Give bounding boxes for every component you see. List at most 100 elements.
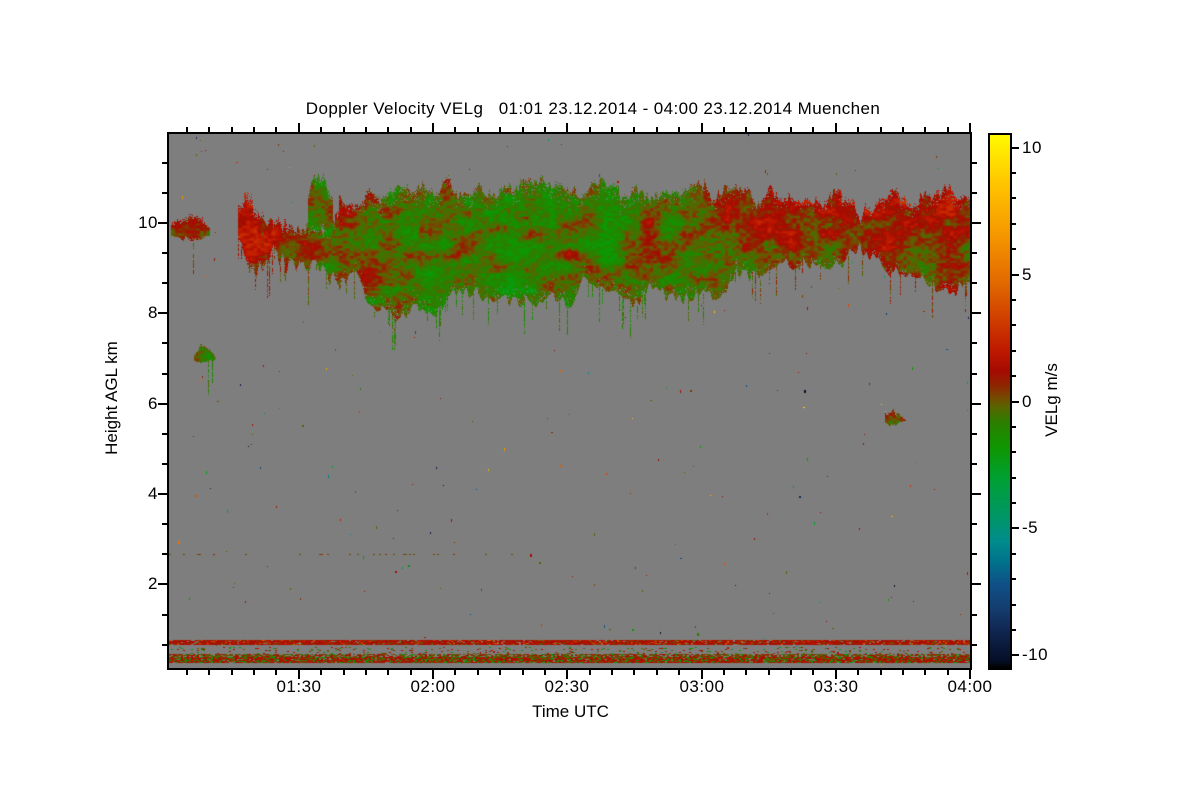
y-minor-tick [162, 463, 167, 465]
colorbar-tick-label: 0 [1022, 392, 1032, 411]
x-minor-tick [589, 670, 591, 675]
x-minor-tick [410, 670, 412, 675]
y-major-tick-right [972, 403, 981, 405]
x-major-tick-top [969, 123, 971, 132]
colorbar-minor-tick [1012, 350, 1016, 352]
y-major-tick [158, 583, 167, 585]
x-minor-tick [343, 670, 345, 675]
x-minor-tick [656, 670, 658, 675]
y-minor-tick [162, 373, 167, 375]
x-minor-tick [477, 670, 479, 675]
x-minor-tick [208, 670, 210, 675]
y-minor-tick [162, 553, 167, 555]
x-minor-tick [633, 670, 635, 675]
x-minor-tick-top [320, 127, 322, 132]
colorbar-minor-tick [1012, 578, 1016, 580]
y-minor-tick [162, 282, 167, 284]
x-minor-tick-top [410, 127, 412, 132]
y-minor-tick-right [972, 644, 977, 646]
x-minor-tick [231, 670, 233, 675]
x-minor-tick [745, 670, 747, 675]
colorbar-major-tick [1012, 654, 1019, 656]
y-minor-tick [162, 433, 167, 435]
y-minor-tick-right [972, 523, 977, 525]
y-minor-tick-right [972, 342, 977, 344]
y-tick-label: 2 [148, 574, 158, 593]
x-minor-tick-top [253, 127, 255, 132]
y-minor-tick [162, 614, 167, 616]
y-minor-tick [162, 192, 167, 194]
y-tick-label: 4 [148, 484, 158, 503]
colorbar-minor-tick [1012, 299, 1016, 301]
x-major-tick-top [298, 123, 300, 132]
y-major-tick [158, 403, 167, 405]
y-major-tick-right [972, 583, 981, 585]
colorbar-major-tick [1012, 274, 1019, 276]
x-minor-tick-top [745, 127, 747, 132]
y-minor-tick-right [972, 463, 977, 465]
x-tick-label: 03:00 [679, 677, 725, 696]
colorbar-minor-tick [1012, 197, 1016, 199]
colorbar-tick-label: 10 [1022, 138, 1042, 157]
x-minor-tick-top [678, 127, 680, 132]
x-minor-tick-top [924, 127, 926, 132]
x-minor-tick-top [656, 127, 658, 132]
chart-title: Doppler Velocity VELg 01:01 23.12.2014 -… [305, 99, 881, 118]
x-minor-tick [857, 670, 859, 675]
y-minor-tick-right [972, 614, 977, 616]
x-major-tick-top [835, 123, 837, 132]
y-major-tick-right [972, 312, 981, 314]
y-minor-tick-right [972, 553, 977, 555]
y-minor-tick [162, 162, 167, 164]
x-minor-tick-top [454, 127, 456, 132]
doppler-velocity-chart: Doppler Velocity VELg 01:01 23.12.2014 -… [0, 0, 1200, 800]
y-tick-label: 6 [148, 394, 158, 413]
colorbar-minor-tick [1012, 477, 1016, 479]
colorbar-tick-label: -5 [1022, 518, 1039, 537]
colorbar-minor-tick [1012, 629, 1016, 631]
colorbar-minor-tick [1012, 172, 1016, 174]
x-minor-tick-top [790, 127, 792, 132]
x-minor-tick-top [589, 127, 591, 132]
colorbar-minor-tick [1012, 248, 1016, 250]
x-minor-tick-top [857, 127, 859, 132]
x-minor-tick-top [723, 127, 725, 132]
colorbar-major-tick [1012, 147, 1019, 149]
x-minor-tick [253, 670, 255, 675]
y-minor-tick-right [972, 162, 977, 164]
colorbar-minor-tick [1012, 502, 1016, 504]
x-minor-tick [499, 670, 501, 675]
colorbar-tick-label: -10 [1022, 645, 1049, 664]
x-minor-tick-top [208, 127, 210, 132]
colorbar-minor-tick [1012, 553, 1016, 555]
colorbar-minor-tick [1012, 426, 1016, 428]
x-minor-tick [812, 670, 814, 675]
y-major-tick [158, 312, 167, 314]
x-minor-tick-top [633, 127, 635, 132]
colorbar-major-tick [1012, 401, 1019, 403]
x-minor-tick [611, 670, 613, 675]
colorbar-minor-tick [1012, 451, 1016, 453]
x-minor-tick-top [544, 127, 546, 132]
y-tick-label: 10 [138, 213, 158, 232]
x-minor-tick [924, 670, 926, 675]
x-tick-label: 02:00 [410, 677, 456, 696]
x-minor-tick-top [947, 127, 949, 132]
colorbar-gradient [990, 135, 1010, 668]
y-minor-tick [162, 342, 167, 344]
x-minor-tick-top [275, 127, 277, 132]
x-major-tick-top [432, 123, 434, 132]
colorbar-minor-tick [1012, 223, 1016, 225]
y-minor-tick-right [972, 373, 977, 375]
x-major-tick-top [701, 123, 703, 132]
x-minor-tick-top [499, 127, 501, 132]
colorbar-major-tick [1012, 527, 1019, 529]
x-minor-tick [320, 670, 322, 675]
x-tick-label: 03:30 [813, 677, 859, 696]
x-minor-tick [768, 670, 770, 675]
x-minor-tick [880, 670, 882, 675]
x-minor-tick-top [902, 127, 904, 132]
x-minor-tick [522, 670, 524, 675]
x-minor-tick [387, 670, 389, 675]
y-minor-tick-right [972, 282, 977, 284]
